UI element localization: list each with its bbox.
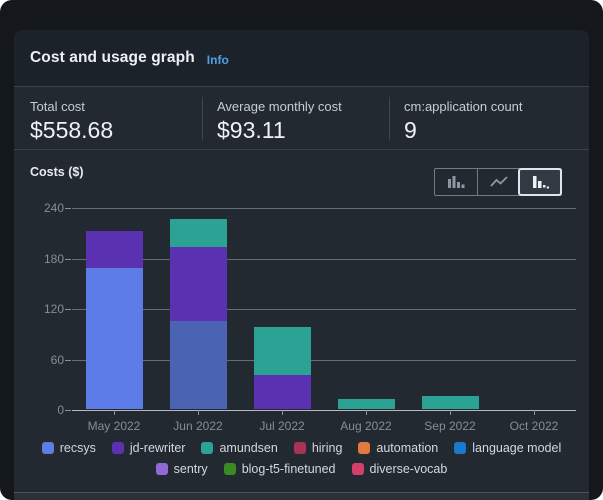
stat-label: cm:application count bbox=[404, 99, 523, 114]
stacked-bar-chart-view-button[interactable] bbox=[518, 168, 562, 196]
y-axis-label: 0 bbox=[57, 403, 64, 417]
gridline bbox=[72, 258, 576, 260]
cost-explorer-screen: Cost and usage graph Info Total cost $55… bbox=[0, 0, 603, 500]
legend-label: blog-t5-finetuned bbox=[241, 462, 336, 476]
card-header: Cost and usage graph Info bbox=[14, 30, 589, 87]
bar-jun-2022 bbox=[169, 218, 227, 409]
x-axis-baseline bbox=[72, 410, 576, 411]
legend-item-recsys[interactable]: recsys bbox=[41, 441, 96, 455]
bar-sep-2022 bbox=[421, 395, 479, 409]
bar-segment-recsys[interactable] bbox=[169, 320, 227, 409]
chart-section: Costs ($) May 2022 Jun 2022 Jul 2022 Aug… bbox=[14, 153, 589, 492]
legend-item-hiring[interactable]: hiring bbox=[293, 441, 343, 455]
stat-value: 9 bbox=[404, 117, 417, 143]
gridline bbox=[72, 208, 576, 209]
legend-label: automation bbox=[376, 441, 439, 455]
y-axis-label: 240 bbox=[43, 201, 64, 215]
bar-segment-amundsen[interactable] bbox=[253, 327, 311, 375]
x-axis-label: Oct 2022 bbox=[509, 419, 559, 433]
chart-y-axis-title: Costs ($) bbox=[30, 165, 84, 179]
y-axis-tick bbox=[65, 410, 71, 411]
legend-label: language model bbox=[472, 441, 562, 455]
chart-type-toggle bbox=[434, 168, 562, 196]
x-axis-tick bbox=[450, 410, 451, 415]
stat-label: Total cost bbox=[30, 99, 85, 114]
legend-item-sentry[interactable]: sentry bbox=[155, 462, 208, 476]
stat-label: Average monthly cost bbox=[217, 99, 342, 114]
bar-chart-view-button[interactable] bbox=[435, 169, 477, 195]
legend-item-blog-t5-finetuned[interactable]: blog-t5-finetuned bbox=[223, 462, 336, 476]
legend-label: sentry bbox=[173, 462, 208, 476]
bar-segment-recsys[interactable] bbox=[85, 267, 143, 409]
legend-item-automation[interactable]: automation bbox=[358, 441, 438, 455]
legend-label: amundsen bbox=[219, 441, 278, 455]
legend-label: hiring bbox=[311, 441, 343, 455]
x-axis-label: Aug 2022 bbox=[340, 419, 392, 433]
legend-label: recsys bbox=[59, 441, 96, 455]
next-section-edge bbox=[14, 492, 589, 500]
y-axis-tick bbox=[65, 309, 71, 310]
legend-swatch bbox=[41, 442, 54, 454]
stat-application-count: cm:application count 9 bbox=[389, 97, 589, 143]
legend-swatch bbox=[454, 442, 467, 454]
legend-swatch bbox=[223, 463, 236, 475]
card-title: Cost and usage graph bbox=[30, 49, 195, 66]
gridline bbox=[72, 359, 576, 361]
x-axis-label: May 2022 bbox=[87, 419, 141, 433]
bar-aug-2022 bbox=[337, 398, 395, 409]
y-axis-tick bbox=[65, 258, 71, 260]
legend-item-language-model[interactable]: language model bbox=[454, 441, 561, 455]
stacked-bar-chart-icon bbox=[532, 176, 549, 189]
legend-item-diverse-vocab[interactable]: diverse-vocab bbox=[351, 462, 448, 476]
plot-area: May 2022 Jun 2022 Jul 2022 Aug 2022 Sep 2022… bbox=[65, 208, 576, 433]
x-axis-label: Jul 2022 bbox=[259, 419, 305, 433]
line-chart-icon bbox=[489, 176, 508, 187]
legend-swatch bbox=[351, 463, 364, 475]
x-axis-label: Jun 2022 bbox=[173, 419, 223, 433]
x-axis-tick bbox=[534, 410, 535, 415]
stat-average-monthly-cost: Average monthly cost $93.11 bbox=[202, 97, 389, 143]
line-chart-view-button[interactable] bbox=[477, 169, 519, 195]
bar-segment-amundsen[interactable] bbox=[337, 398, 395, 409]
legend-swatch bbox=[155, 463, 168, 475]
stat-value: $558.68 bbox=[30, 117, 114, 143]
legend-label: jd-rewriter bbox=[129, 441, 186, 455]
legend-label: diverse-vocab bbox=[369, 462, 448, 476]
y-axis-tick bbox=[65, 359, 71, 361]
bar-may-2022 bbox=[85, 230, 143, 409]
bar-segment-amundsen[interactable] bbox=[169, 218, 227, 248]
bar-chart-icon bbox=[448, 176, 465, 188]
legend-swatch bbox=[201, 442, 214, 454]
x-axis-tick bbox=[282, 410, 283, 415]
gridline bbox=[72, 309, 576, 310]
bar-segment-jd-rewriter[interactable] bbox=[85, 230, 143, 268]
y-axis-label: 60 bbox=[50, 352, 64, 367]
stat-value: $93.11 bbox=[217, 117, 286, 143]
bar-segment-jd-rewriter[interactable] bbox=[169, 247, 227, 321]
chart-legend: recsys jd-rewriter amundsen hiring automatio… bbox=[14, 441, 589, 476]
x-axis-label: Sep 2022 bbox=[424, 419, 476, 433]
x-axis-tick bbox=[198, 410, 199, 415]
y-axis-label: 120 bbox=[43, 302, 64, 316]
legend-swatch bbox=[358, 442, 371, 454]
bar-jul-2022 bbox=[253, 327, 311, 409]
x-axis-tick bbox=[114, 410, 115, 415]
legend-item-amundsen[interactable]: amundsen bbox=[201, 441, 278, 455]
stat-total-cost: Total cost $558.68 bbox=[14, 97, 202, 143]
y-axis-tick bbox=[65, 208, 71, 209]
cost-and-usage-card: Cost and usage graph Info Total cost $55… bbox=[14, 30, 589, 492]
legend-swatch bbox=[293, 442, 306, 454]
info-link[interactable]: Info bbox=[207, 53, 229, 67]
y-axis-label: 180 bbox=[43, 251, 64, 266]
bar-segment-amundsen[interactable] bbox=[421, 395, 479, 409]
legend-item-jd-rewriter[interactable]: jd-rewriter bbox=[111, 441, 186, 455]
stats-row: Total cost $558.68 Average monthly cost … bbox=[14, 87, 589, 150]
x-axis-tick bbox=[366, 410, 367, 415]
legend-swatch bbox=[111, 442, 124, 454]
bar-segment-jd-rewriter[interactable] bbox=[253, 374, 311, 409]
